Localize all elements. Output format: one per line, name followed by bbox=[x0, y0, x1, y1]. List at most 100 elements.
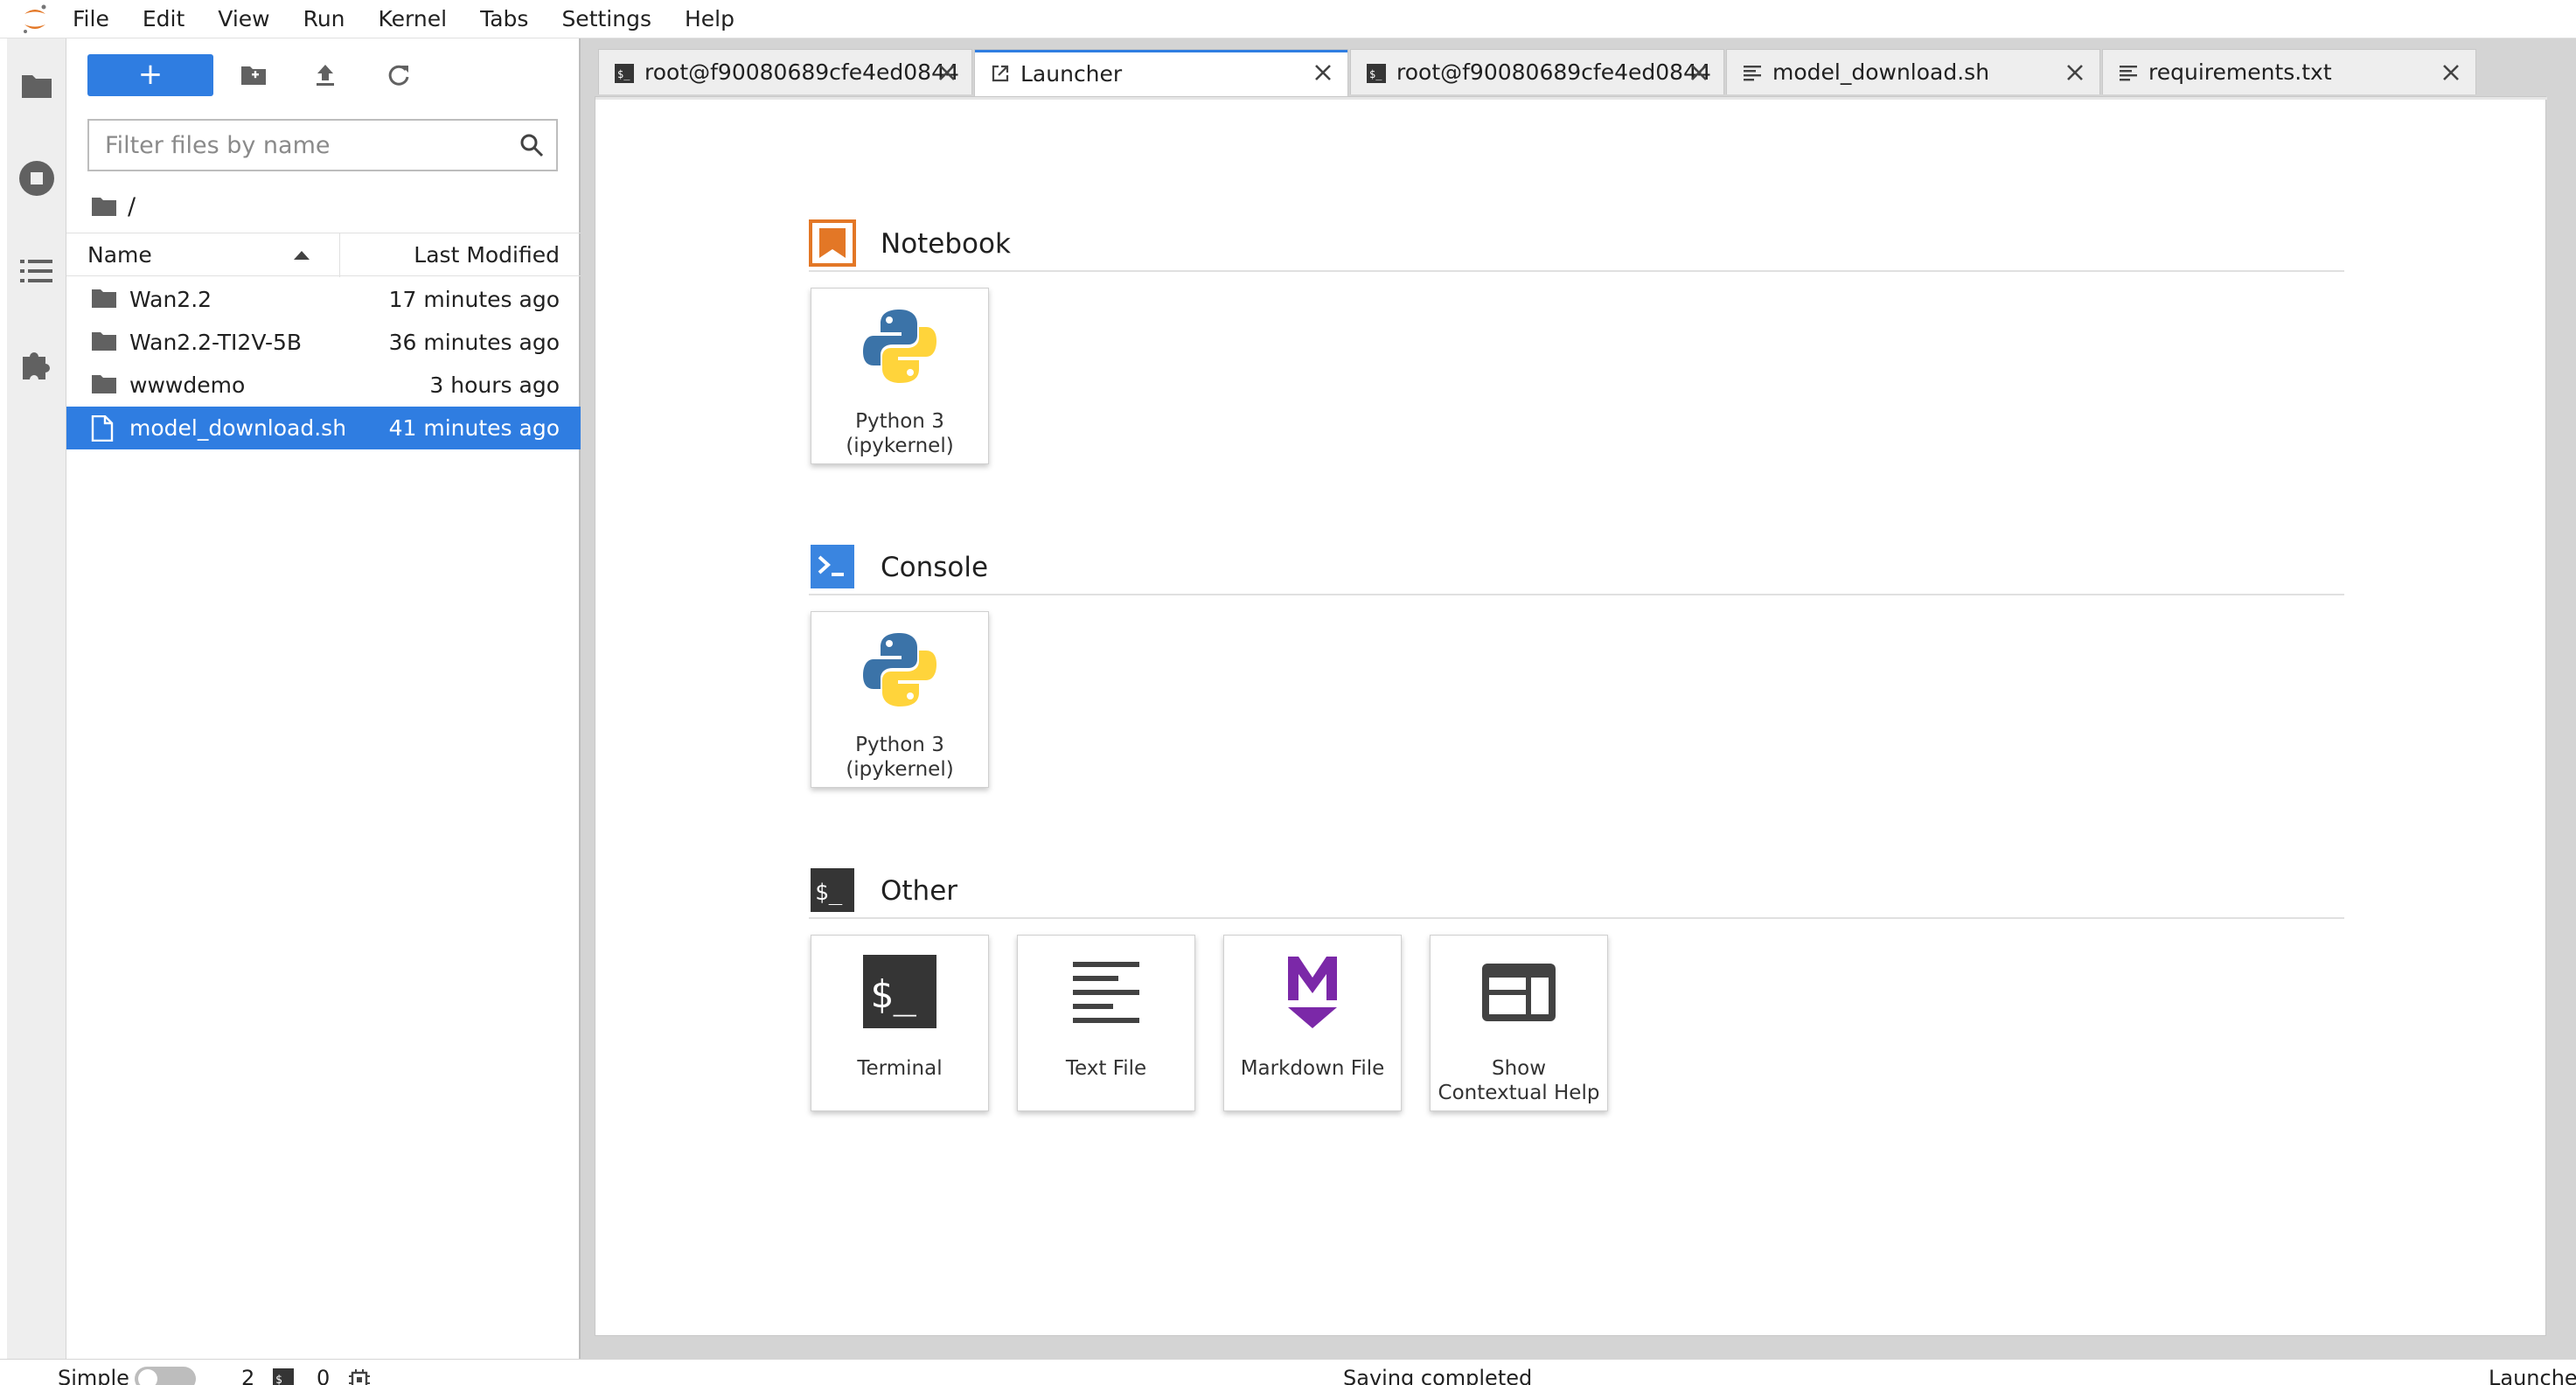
launcher-card-notebook-python3[interactable]: Python 3 (ipykernel) bbox=[811, 288, 989, 464]
file-list-header: Name Last Modified bbox=[66, 233, 581, 277]
section-title: Console bbox=[881, 552, 989, 583]
folder-icon bbox=[92, 332, 116, 351]
close-icon[interactable] bbox=[2440, 62, 2461, 83]
file-name: wwwdemo bbox=[129, 372, 246, 398]
launcher-card-contextual-help[interactable]: Show Contextual Help bbox=[1430, 935, 1608, 1111]
extensions-toggle[interactable] bbox=[7, 329, 66, 399]
tab-label: Launcher bbox=[1020, 61, 1123, 87]
terminals-count[interactable]: 2 bbox=[241, 1365, 254, 1385]
close-icon[interactable] bbox=[1688, 62, 1709, 83]
tab-label: root@f90080689cfe4ed0844 bbox=[1396, 59, 1711, 85]
column-name-header[interactable]: Name bbox=[87, 233, 152, 277]
launcher-card-text-file[interactable]: Text File bbox=[1017, 935, 1195, 1111]
tab-terminal-2[interactable]: $_ root@f90080689cfe4ed0844 bbox=[1350, 49, 1724, 94]
file-browser-toggle[interactable] bbox=[7, 51, 66, 121]
tab-model-download-sh[interactable]: model_download.sh bbox=[1726, 49, 2100, 94]
contextual-help-icon bbox=[1482, 964, 1556, 1021]
column-modified-header[interactable]: Last Modified bbox=[414, 233, 560, 277]
text-file-icon bbox=[2120, 66, 2137, 81]
kernel-chip-icon bbox=[349, 1369, 370, 1385]
launcher-top-border bbox=[595, 97, 2547, 100]
section-title: Other bbox=[881, 875, 958, 907]
svg-text:$_: $_ bbox=[1369, 68, 1382, 80]
left-activity-bar bbox=[7, 38, 66, 1359]
new-folder-button[interactable] bbox=[233, 54, 275, 96]
simple-mode-toggle[interactable] bbox=[135, 1367, 196, 1385]
card-label: Python 3 (ipykernel) bbox=[846, 734, 954, 781]
file-name: Wan2.2-TI2V-5B bbox=[129, 330, 303, 355]
python-logo-icon bbox=[863, 310, 936, 383]
filter-files-input[interactable] bbox=[89, 121, 500, 170]
menu-file[interactable]: File bbox=[56, 2, 126, 37]
file-row-wan2-2-ti2v-5b[interactable]: Wan2.2-TI2V-5B 36 minutes ago bbox=[66, 321, 581, 364]
menu-tabs[interactable]: Tabs bbox=[463, 2, 545, 37]
table-of-contents-toggle[interactable] bbox=[7, 236, 66, 306]
upload-button[interactable] bbox=[304, 54, 346, 96]
new-launcher-button[interactable]: + bbox=[87, 54, 213, 96]
menu-run[interactable]: Run bbox=[287, 2, 362, 37]
menu-edit[interactable]: Edit bbox=[126, 2, 201, 37]
file-row-wan2-2[interactable]: Wan2.2 17 minutes ago bbox=[66, 278, 581, 321]
simple-mode-label: Simple bbox=[58, 1366, 129, 1385]
search-icon bbox=[520, 134, 544, 157]
card-row: $_ Terminal Text File Markdown File Show… bbox=[811, 935, 1636, 1111]
text-file-icon bbox=[1073, 962, 1139, 1023]
menu-kernel[interactable]: Kernel bbox=[362, 2, 464, 37]
folder-icon bbox=[92, 289, 116, 308]
menu-view[interactable]: View bbox=[201, 2, 286, 37]
close-icon[interactable] bbox=[1312, 62, 1333, 83]
card-row: Python 3 (ipykernel) bbox=[811, 611, 1017, 788]
home-folder-icon[interactable] bbox=[91, 196, 117, 217]
menubar: File Edit View Run Kernel Tabs Settings … bbox=[0, 0, 2576, 38]
card-label: Text File bbox=[1065, 1057, 1147, 1080]
tab-bar: $_ root@f90080689cfe4ed0844 Launcher $_ … bbox=[598, 49, 2478, 98]
file-row-wwwdemo[interactable]: wwwdemo 3 hours ago bbox=[66, 364, 581, 407]
refresh-icon bbox=[388, 65, 409, 86]
launcher-section-notebook: Notebook Python 3 (ipykernel) bbox=[809, 216, 2344, 464]
sort-ascending-icon bbox=[294, 251, 310, 260]
terminal-icon: $_ bbox=[615, 64, 634, 83]
close-icon[interactable] bbox=[936, 62, 957, 83]
launcher-card-console-python3[interactable]: Python 3 (ipykernel) bbox=[811, 611, 989, 788]
terminal-section-icon: $_ bbox=[811, 868, 854, 912]
breadcrumb-root[interactable]: / bbox=[128, 193, 136, 220]
file-name: Wan2.2 bbox=[129, 287, 212, 312]
file-icon bbox=[91, 415, 114, 442]
running-sessions-toggle[interactable] bbox=[7, 143, 66, 213]
stop-circle-icon bbox=[19, 161, 54, 196]
close-icon[interactable] bbox=[2064, 62, 2085, 83]
card-label: Markdown File bbox=[1240, 1057, 1385, 1080]
launcher-card-markdown-file[interactable]: Markdown File bbox=[1223, 935, 1402, 1111]
svg-text:$_: $_ bbox=[275, 1374, 289, 1385]
tab-label: requirements.txt bbox=[2148, 59, 2332, 85]
card-label: Python 3 (ipykernel) bbox=[846, 410, 954, 457]
markdown-icon bbox=[1288, 957, 1337, 1028]
kernels-count[interactable]: 0 bbox=[317, 1365, 330, 1385]
terminal-icon: $_ bbox=[273, 1368, 294, 1385]
tab-requirements-txt[interactable]: requirements.txt bbox=[2102, 49, 2476, 94]
upload-icon bbox=[317, 65, 334, 86]
menu-settings[interactable]: Settings bbox=[545, 2, 668, 37]
file-modified: 17 minutes ago bbox=[388, 287, 560, 312]
file-browser-panel: + / bbox=[66, 38, 581, 1359]
file-row-model-download-sh[interactable]: model_download.sh 41 minutes ago bbox=[66, 407, 581, 449]
puzzle-icon bbox=[23, 352, 50, 379]
tab-launcher[interactable]: Launcher bbox=[974, 49, 1348, 98]
status-message: Saving completed bbox=[1343, 1366, 1533, 1385]
main-dock-area: $_ root@f90080689cfe4ed0844 Launcher $_ … bbox=[581, 38, 2576, 1359]
menu-help[interactable]: Help bbox=[668, 2, 751, 37]
svg-text:$_: $_ bbox=[617, 68, 630, 80]
refresh-button[interactable] bbox=[378, 54, 420, 96]
section-header: Console bbox=[809, 539, 2344, 595]
tab-terminal-1[interactable]: $_ root@f90080689cfe4ed0844 bbox=[598, 49, 972, 94]
new-folder-icon bbox=[241, 66, 266, 85]
svg-text:$_: $_ bbox=[815, 880, 843, 906]
jupyter-logo-icon bbox=[17, 2, 56, 37]
file-browser-toolbar: + bbox=[66, 51, 581, 100]
column-divider[interactable] bbox=[339, 233, 340, 277]
list-icon bbox=[20, 260, 52, 282]
section-header: Notebook bbox=[809, 216, 2344, 272]
file-modified: 41 minutes ago bbox=[388, 415, 560, 441]
launcher-card-terminal[interactable]: $_ Terminal bbox=[811, 935, 989, 1111]
launcher-section-other: $_ Other $_ Terminal Text File Markdown … bbox=[809, 863, 2344, 1111]
